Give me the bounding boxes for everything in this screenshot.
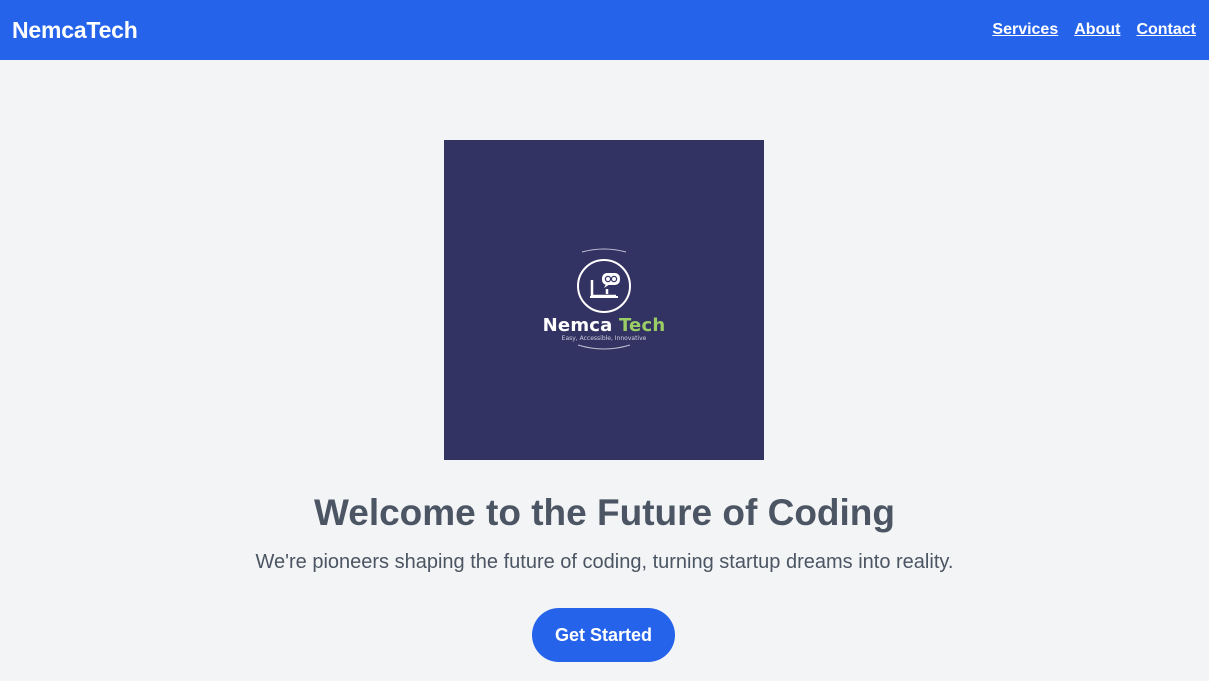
laptop-chat-icon <box>577 248 631 350</box>
get-started-button[interactable]: Get Started <box>532 608 675 662</box>
nav-links: Services About Contact <box>992 21 1196 39</box>
logo-word-primary: Nemca <box>542 315 613 336</box>
logo-tagline: Easy, Accessible, Innovative <box>561 335 647 342</box>
company-logo-image: Nemca Tech Easy, Accessible, Innovative <box>444 140 764 460</box>
logo-word-secondary: Tech <box>618 315 666 336</box>
top-navbar: NemcaTech Services About Contact <box>0 0 1209 60</box>
hero-section: Nemca Tech Easy, Accessible, Innovative … <box>0 60 1209 681</box>
hero-headline: Welcome to the Future of Coding <box>313 492 895 533</box>
logo-wordmark: Nemca Tech <box>444 315 764 336</box>
nav-link-about[interactable]: About <box>1074 21 1120 39</box>
brand-name[interactable]: NemcaTech <box>12 17 138 44</box>
hero-subtext: We're pioneers shaping the future of cod… <box>255 551 954 573</box>
nav-link-contact[interactable]: Contact <box>1136 21 1196 39</box>
nav-link-services[interactable]: Services <box>992 21 1058 39</box>
